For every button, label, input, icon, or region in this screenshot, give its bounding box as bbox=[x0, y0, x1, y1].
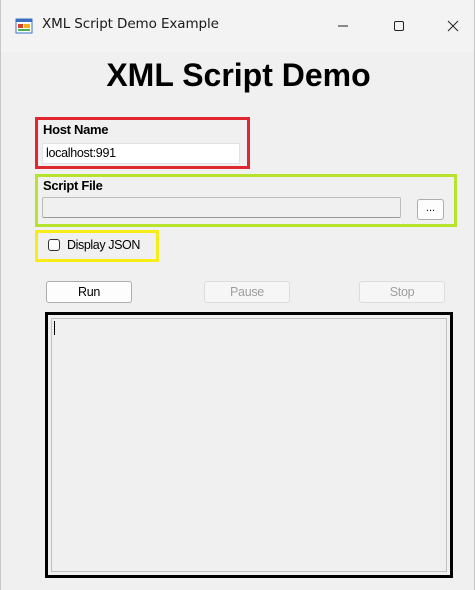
pause-button[interactable]: Pause bbox=[204, 281, 290, 303]
run-button[interactable]: Run bbox=[46, 281, 132, 303]
app-window-icon bbox=[15, 18, 33, 34]
close-icon bbox=[447, 20, 459, 32]
output-textarea[interactable] bbox=[45, 312, 453, 578]
text-caret bbox=[54, 321, 55, 335]
minimize-icon bbox=[338, 25, 348, 27]
close-button[interactable] bbox=[433, 12, 473, 40]
output-text-area-inner[interactable] bbox=[51, 318, 447, 572]
script-highlight-box bbox=[35, 174, 457, 227]
title-bar[interactable]: XML Script Demo Example bbox=[1, 0, 474, 52]
minimize-button[interactable] bbox=[323, 12, 363, 40]
host-highlight-box bbox=[35, 117, 250, 169]
maximize-button[interactable] bbox=[379, 12, 419, 40]
main-window: XML Script Demo Example XML Script Demo … bbox=[0, 0, 475, 590]
json-highlight-box bbox=[35, 230, 159, 262]
window-title: XML Script Demo Example bbox=[42, 16, 219, 32]
stop-button[interactable]: Stop bbox=[359, 281, 445, 303]
page-title: XML Script Demo bbox=[106, 57, 371, 93]
maximize-icon bbox=[394, 21, 404, 31]
